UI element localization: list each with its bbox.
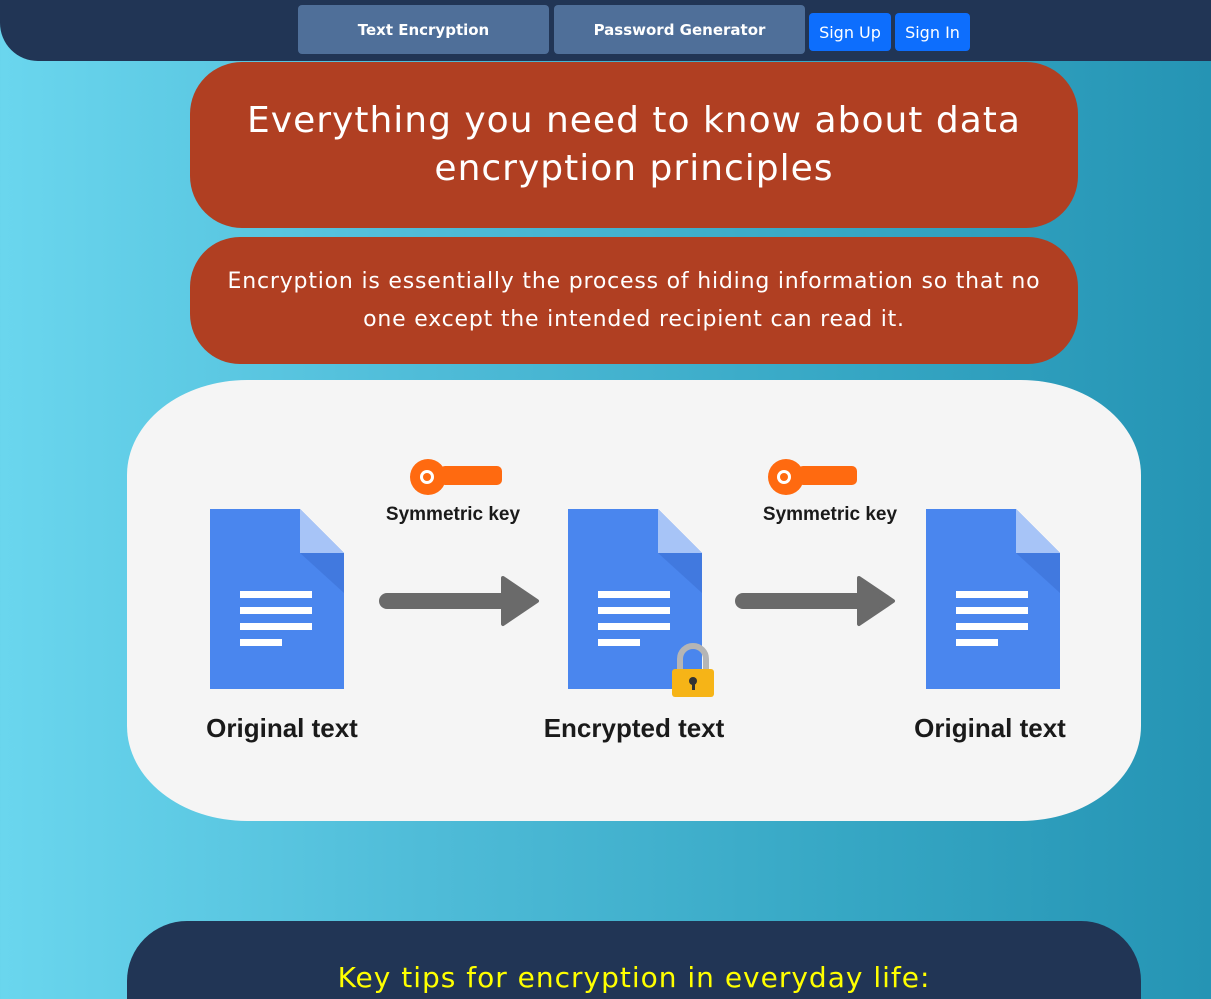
page-title-card: Everything you need to know about data e…: [190, 62, 1078, 228]
document-icon: [210, 509, 344, 689]
sign-up-button[interactable]: Sign Up: [809, 13, 891, 51]
key-icon: [410, 459, 502, 495]
sign-in-button[interactable]: Sign In: [895, 13, 970, 51]
doc-middle-label: Encrypted text: [543, 713, 725, 743]
top-navbar: Text Encryption Password Generator Sign …: [0, 0, 1211, 61]
diagram-graphics: [210, 459, 1060, 697]
key-right-label: Symmetric key: [762, 504, 898, 525]
intro-card: Encryption is essentially the process of…: [190, 237, 1078, 364]
key-left-label: Symmetric key: [385, 504, 521, 525]
key-icon: [768, 459, 857, 495]
page-title: Everything you need to know about data e…: [247, 100, 1021, 189]
intro-text: Encryption is essentially the process of…: [227, 268, 1041, 332]
tips-section: Key tips for encryption in everyday life…: [127, 921, 1141, 999]
doc-right-label: Original text: [914, 713, 1066, 743]
arrow-right-icon: [735, 576, 895, 626]
text-encryption-button[interactable]: Text Encryption: [298, 5, 549, 54]
arrow-right-icon: [379, 576, 539, 626]
document-icon: [926, 509, 1060, 689]
password-generator-button[interactable]: Password Generator: [554, 5, 805, 54]
encryption-diagram: Symmetric key Symmetric key Original tex…: [127, 380, 1141, 821]
doc-left-label: Original text: [206, 713, 358, 743]
tips-title: Key tips for encryption in everyday life…: [337, 961, 931, 994]
